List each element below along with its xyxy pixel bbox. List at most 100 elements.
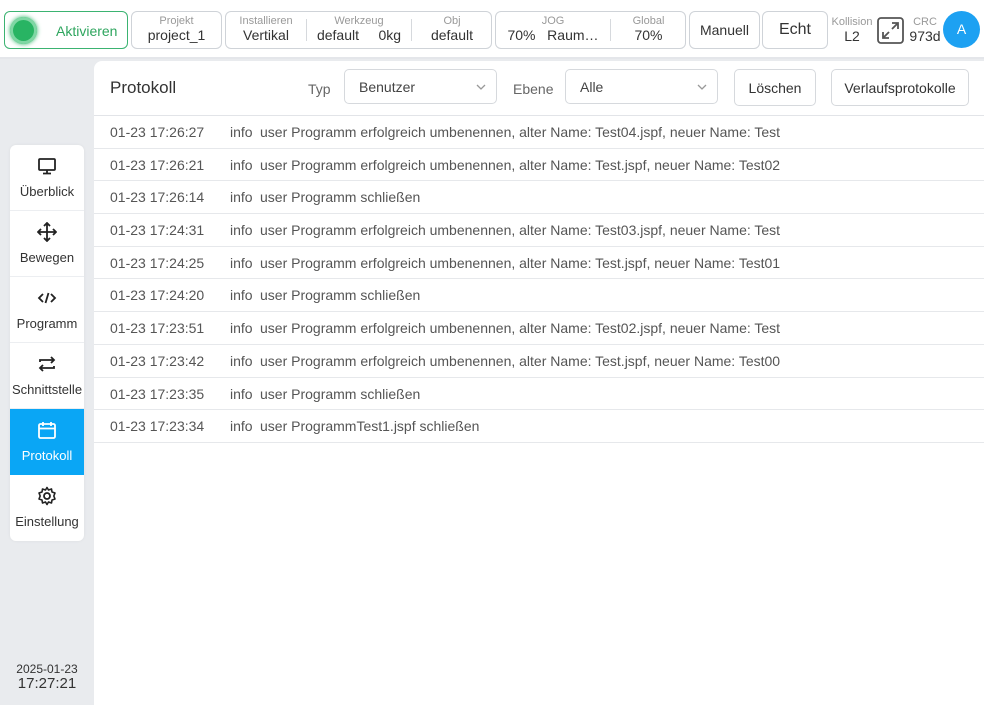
log-list: 01-23 17:26:27 info user Programm erfolg… — [94, 116, 984, 443]
log-level: info — [230, 418, 253, 435]
move-icon — [37, 222, 57, 242]
log-message: user Programm erfolgreich umbenennen, al… — [260, 156, 781, 173]
collision-indicator[interactable]: Kollision L2 — [829, 16, 875, 44]
log-level: info — [230, 287, 253, 304]
level-filter-value: Alle — [580, 79, 604, 95]
type-filter-select[interactable]: Benutzer — [344, 69, 497, 104]
sidebar-nav: Überblick Bewegen Programm Schnittstelle… — [10, 145, 84, 541]
sidebar-item-program[interactable]: Programm — [10, 277, 84, 343]
log-level: info — [230, 352, 253, 369]
log-row: 01-23 17:24:25 info user Programm erfolg… — [94, 247, 984, 280]
global-value: 70% — [634, 27, 663, 43]
chevron-down-icon — [697, 84, 707, 90]
activate-label: Aktivieren — [56, 23, 118, 39]
history-logs-button[interactable]: Verlaufsprotokolle — [831, 69, 969, 106]
obj-segment[interactable]: Obj default — [412, 12, 492, 48]
log-time: 01-23 17:23:42 — [110, 352, 205, 369]
log-row: 01-23 17:26:27 info user Programm erfolg… — [94, 116, 984, 149]
install-label: Installieren — [239, 15, 293, 27]
calendar-icon — [38, 422, 56, 439]
tool-weight: 0kg — [378, 27, 402, 43]
activate-button[interactable]: Aktivieren — [4, 11, 128, 49]
log-message: user Programm erfolgreich umbenennen, al… — [260, 254, 781, 271]
install-value: Vertikal — [243, 27, 289, 43]
speed-group[interactable]: JOG 70% Raum… Global 70% — [495, 11, 686, 49]
tool-value-row: default 0kg — [307, 27, 411, 44]
type-filter-value: Benutzer — [359, 79, 416, 95]
jog-label: JOG — [541, 15, 565, 27]
log-time: 01-23 17:24:25 — [110, 254, 205, 271]
jog-space: Raum… — [547, 27, 599, 43]
code-icon — [37, 292, 57, 304]
sidebar-item-overview[interactable]: Überblick — [10, 145, 84, 211]
project-value: project_1 — [147, 27, 206, 43]
log-time: 01-23 17:26:14 — [110, 189, 205, 206]
log-row: 01-23 17:23:34 info user ProgrammTest1.j… — [94, 410, 984, 443]
log-message: user ProgrammTest1.jspf schließen — [260, 418, 480, 435]
log-level: info — [230, 124, 253, 140]
current-time: 17:27:21 — [17, 675, 77, 692]
top-bar: Aktivieren Projekt project_1 Installiere… — [0, 0, 984, 59]
sidebar-item-label: Protokoll — [21, 448, 73, 463]
tool-segment[interactable]: Werkzeug default 0kg — [307, 12, 411, 48]
gear-icon — [38, 486, 56, 506]
log-level: info — [230, 222, 253, 239]
log-level: info — [230, 189, 253, 206]
manual-mode-button[interactable]: Manuell — [689, 11, 760, 49]
type-filter-label: Typ — [308, 81, 331, 97]
log-level: info — [230, 254, 253, 271]
expand-icon[interactable] — [877, 17, 904, 44]
collision-value: L2 — [844, 28, 860, 44]
log-time: 01-23 17:26:27 — [110, 124, 205, 140]
status-led-icon — [10, 17, 37, 44]
log-row: 01-23 17:26:21 info user Programm erfolg… — [94, 149, 984, 182]
sidebar-item-move[interactable]: Bewegen — [10, 211, 84, 277]
swap-icon — [38, 356, 56, 372]
log-message: user Programm erfolgreich umbenennen, al… — [260, 222, 781, 239]
log-level: info — [230, 385, 253, 402]
global-label: Global — [632, 15, 665, 27]
installation-group[interactable]: Installieren Vertikal Werkzeug default 0… — [225, 11, 492, 49]
sidebar-item-interface[interactable]: Schnittstelle — [10, 343, 84, 409]
obj-label: Obj — [443, 15, 461, 27]
log-row: 01-23 17:26:14 info user Programm schlie… — [94, 181, 984, 215]
jog-segment[interactable]: JOG 70% Raum… — [496, 12, 610, 48]
sidebar-item-log[interactable]: Protokoll — [10, 409, 84, 475]
crc-value: 973d — [909, 28, 941, 44]
sidebar-item-settings[interactable]: Einstellung — [10, 475, 84, 541]
project-label: Projekt — [159, 15, 194, 27]
log-time: 01-23 17:24:31 — [110, 222, 205, 239]
level-filter-label: Ebene — [513, 81, 554, 97]
global-segment[interactable]: Global 70% — [611, 12, 686, 48]
log-time: 01-23 17:24:20 — [110, 287, 205, 304]
install-segment[interactable]: Installieren Vertikal — [226, 12, 306, 48]
log-panel: Protokoll Typ Benutzer Ebene Alle Lösche… — [94, 61, 984, 705]
log-level: info — [230, 320, 253, 337]
log-row: 01-23 17:23:42 info user Programm erfolg… — [94, 345, 984, 378]
level-filter-select[interactable]: Alle — [565, 69, 718, 104]
chevron-down-icon — [476, 84, 486, 90]
log-row: 01-23 17:24:31 info user Programm erfolg… — [94, 214, 984, 247]
log-time: 01-23 17:23:34 — [110, 418, 205, 435]
crc-indicator: CRC 973d — [906, 16, 944, 44]
log-time: 01-23 17:26:21 — [110, 156, 205, 173]
tool-label: Werkzeug — [334, 15, 384, 27]
log-message: user Programm schließen — [260, 287, 421, 304]
sidebar-item-label: Bewegen — [19, 250, 75, 265]
jog-value: 70% — [507, 27, 536, 43]
avatar[interactable]: A — [943, 11, 980, 48]
sidebar-item-label: Programm — [16, 316, 78, 331]
project-selector[interactable]: Projekt project_1 — [131, 11, 222, 49]
jog-value-row: 70% Raum… — [496, 27, 610, 44]
tool-value: default — [316, 27, 359, 43]
crc-label: CRC — [913, 16, 937, 28]
log-message: user Programm erfolgreich umbenennen, al… — [260, 124, 781, 140]
sidebar-item-label: Einstellung — [15, 514, 79, 529]
real-mode-button[interactable]: Echt — [762, 11, 828, 49]
sidebar-item-label: Schnittstelle — [11, 382, 83, 397]
sidebar-item-label: Überblick — [19, 184, 75, 199]
log-message: user Programm schließen — [260, 385, 421, 402]
log-message: user Programm erfolgreich umbenennen, al… — [260, 320, 781, 337]
clear-button[interactable]: Löschen — [734, 69, 816, 106]
log-row: 01-23 17:24:20 info user Programm schlie… — [94, 279, 984, 313]
